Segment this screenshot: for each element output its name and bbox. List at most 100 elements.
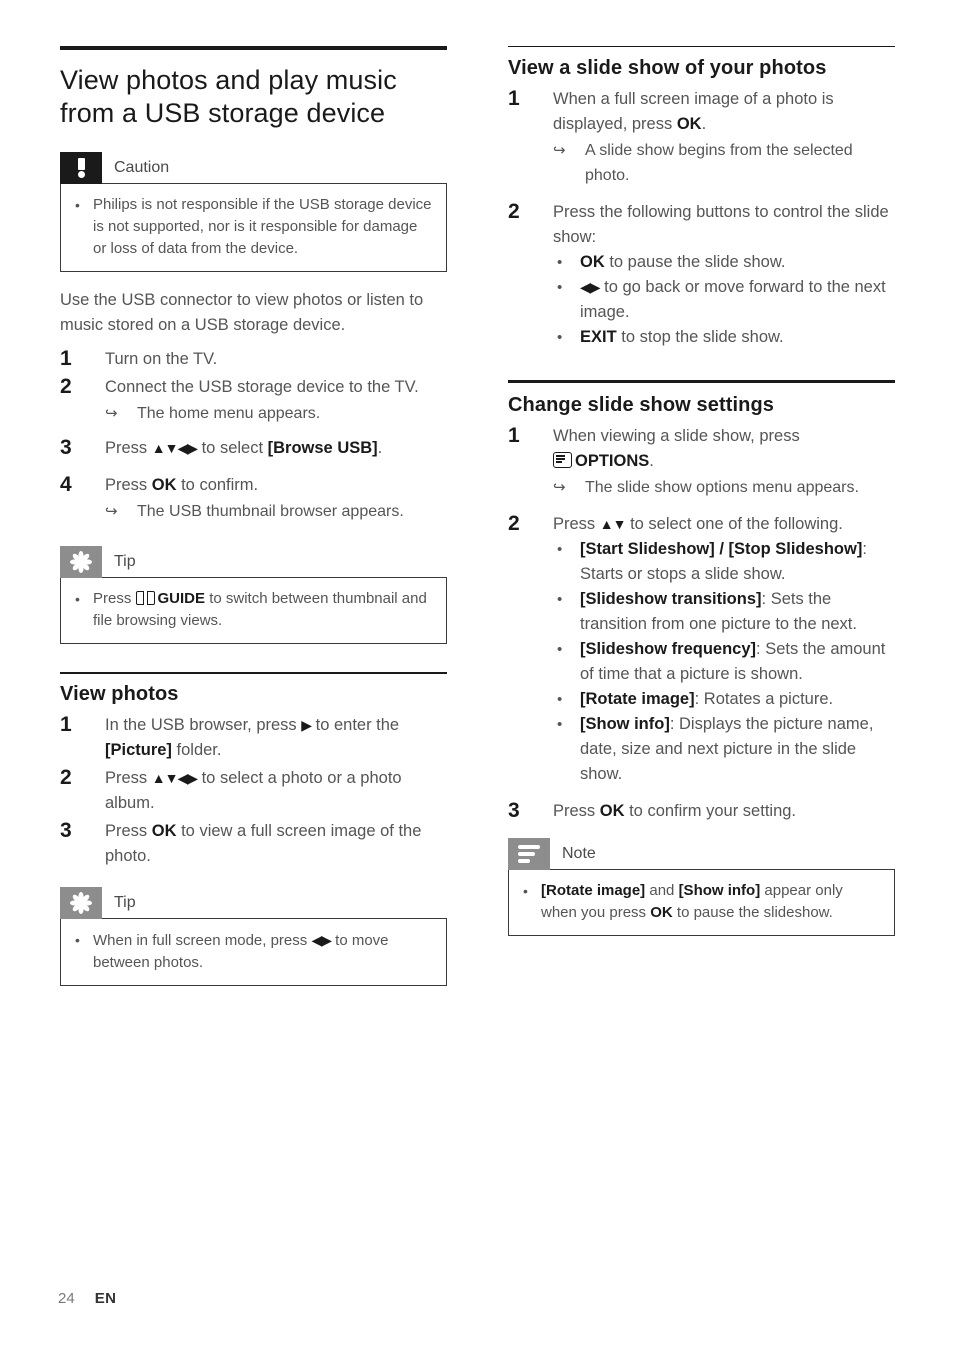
tip-callout-2: Tip When in full screen mode, press ◀▶ t… [60,887,447,986]
step-text-pre: Press [105,822,152,840]
step-number: 2 [60,766,72,789]
step-result: ↪ The slide show options menu appears. [553,475,895,500]
step-text: Press the following buttons to control t… [553,203,889,246]
right-arrow-icon: ▶ [301,717,312,733]
step-text-pre: Press [105,439,152,457]
list-item: ◀▶ to go back or move forward to the nex… [553,275,895,325]
tip-text-pre: When in full screen mode, press [93,932,312,949]
bullet-bold-token: [Show info] [580,715,670,733]
step-text-pre: When viewing a slide show, press [553,427,800,445]
list-item: EXIT to stop the slide show. [553,325,895,350]
note-item: [Rotate image] and [Show info] appear on… [519,880,882,924]
intro-paragraph: Use the USB connector to view photos or … [60,291,424,334]
settings-heading: Change slide show settings [508,394,774,416]
list-item: [Rotate image]: Rotates a picture. [553,687,895,712]
settings-step-1: 1 When viewing a slide show, press OPTIO… [508,424,895,500]
dpad-arrows-icon: ▲▼◀▶ [151,440,198,456]
caution-callout: Caution Philips is not responsible if th… [60,152,447,272]
step-number: 2 [60,375,72,398]
bullet-text: to go back or move forward to the next i… [580,278,886,321]
bullet-bold-token: EXIT [580,328,617,346]
result-text: A slide show begins from the selected ph… [585,142,853,184]
note-callout: Note [Rotate image] and [Show info] appe… [508,838,895,936]
step-text-pre: Press [105,769,152,787]
step-number: 2 [508,200,520,223]
tip-bold-token: GUIDE [157,590,206,607]
step-text-post: to confirm. [176,476,259,494]
view-photos-step-2: 2 Press ▲▼◀▶ to select a photo or a phot… [60,766,447,816]
result-text: The slide show options menu appears. [585,479,859,496]
note-body: [Rotate image] and [Show info] appear on… [508,869,895,936]
step-result: ↪ The USB thumbnail browser appears. [105,499,447,524]
caution-item: Philips is not responsible if the USB st… [71,194,434,260]
note-text-mid-1: and [645,882,679,899]
tip-item: Press GUIDE to switch between thumbnail … [71,588,434,632]
usb-steps-list: 1 Turn on the TV. 2 Connect the USB stor… [60,347,447,524]
bullet-text: : Rotates a picture. [694,690,834,708]
tip-text-pre: Press [93,590,136,607]
step-text-mid: to select [197,439,268,457]
page-title: View photos and play music from a USB st… [60,65,397,128]
step-text-pre: Press [553,802,600,820]
exclamation-icon [60,152,102,184]
step-text-pre: In the USB browser, press [105,716,302,734]
up-down-arrows-icon: ▲▼ [599,516,627,532]
step-bold-token: [Picture] [105,741,172,759]
list-item: OK to pause the slide show. [553,250,895,275]
result-arrow-icon: ↪ [105,503,118,520]
note-bold-token-3: OK [650,904,673,921]
step-text: Turn on the TV. [105,350,218,368]
step-4: 4 Press OK to confirm. ↪ The USB thumbna… [60,473,447,524]
slide-show-step-1: 1 When a full screen image of a photo is… [508,87,895,188]
slide-show-button-list: OK to pause the slide show. ◀▶ to go bac… [553,250,895,350]
result-arrow-icon: ↪ [105,405,118,422]
settings-step-3: 3 Press OK to confirm your setting. [508,799,895,824]
step-number: 4 [60,473,72,496]
list-item: [Slideshow frequency]: Sets the amount o… [553,637,895,687]
guide-book-icon [135,591,155,605]
result-text: The USB thumbnail browser appears. [137,503,404,520]
step-text-post: . [377,439,383,457]
dpad-arrows-icon: ▲▼◀▶ [151,770,198,786]
step-number: 3 [60,436,72,459]
step-number: 1 [60,713,72,736]
bullet-bold-token: [Slideshow transitions] [580,590,762,608]
step-number: 3 [60,819,72,842]
step-text-mid: to enter the [311,716,400,734]
note-label: Note [562,845,596,862]
step-bold-token: [Browse USB] [267,439,378,457]
step-bold-token: OK [151,822,177,840]
note-bold-token-1: [Rotate image] [541,882,646,899]
result-text: The home menu appears. [137,405,321,422]
slide-show-step-2: 2 Press the following buttons to control… [508,200,895,350]
caution-body: Philips is not responsible if the USB st… [60,183,447,272]
settings-option-list: [Start Slideshow] / [Stop Slideshow]: St… [553,537,895,787]
slide-show-heading: View a slide show of your photos [508,57,827,79]
list-item: [Slideshow transitions]: Sets the transi… [553,587,895,637]
list-item: [Start Slideshow] / [Stop Slideshow]: St… [553,537,895,587]
step-text-post: . [701,115,707,133]
view-photos-rule [60,672,447,674]
settings-step-2: 2 Press ▲▼ to select one of the followin… [508,512,895,787]
bullet-bold-token: [Slideshow frequency] [580,640,757,658]
caution-label: Caution [114,159,170,176]
tip-body: Press GUIDE to switch between thumbnail … [60,577,447,644]
bullet-text: to stop the slide show. [616,328,784,346]
result-arrow-icon: ↪ [553,479,566,496]
list-item: [Show info]: Displays the picture name, … [553,712,895,787]
step-text-pre: Press [553,515,600,533]
document-page: View photos and play music from a USB st… [0,0,954,1349]
step-number: 1 [508,87,520,110]
tip-header: Tip [60,546,447,578]
step-bold-token: OK [676,115,702,133]
step-number: 3 [508,799,520,822]
right-column: View a slide show of your photos 1 When … [508,46,895,952]
step-result: ↪ The home menu appears. [105,401,447,426]
options-icon [553,452,572,468]
step-number: 2 [508,512,520,535]
step-text-post: folder. [171,741,222,759]
view-photos-step-3: 3 Press OK to view a full screen image o… [60,819,447,869]
bullet-text: to pause the slide show. [604,253,786,271]
note-bold-token-2: [Show info] [678,882,761,899]
tip-callout-1: Tip Press GUIDE to switch between thumbn… [60,546,447,644]
